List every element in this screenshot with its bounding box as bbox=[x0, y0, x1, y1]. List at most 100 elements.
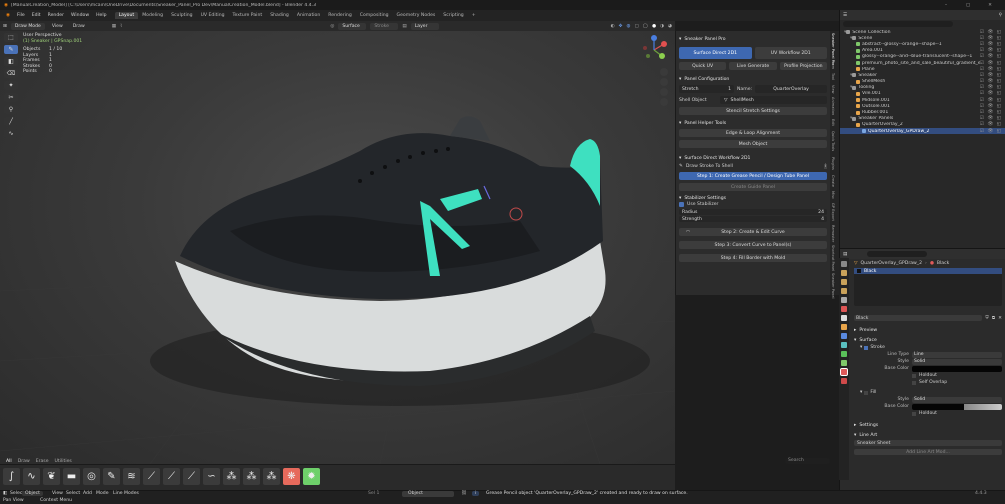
x-axis-icon[interactable] bbox=[661, 41, 667, 47]
info-icon[interactable]: i bbox=[823, 164, 827, 169]
fill-tool-icon[interactable]: ◧ bbox=[4, 57, 18, 66]
shelf-tab-3[interactable]: Utilities bbox=[55, 459, 72, 464]
y-axis-icon[interactable] bbox=[659, 53, 665, 59]
brush-preset-icon[interactable]: ∿ bbox=[23, 468, 40, 485]
visibility-toggle-icons[interactable]: ☑ 👁 ◱ bbox=[980, 48, 1005, 53]
material-slot-row[interactable]: Black bbox=[854, 268, 1002, 274]
gizmo-toggle-icon[interactable]: ✥ bbox=[619, 24, 623, 29]
addon-header[interactable]: ▾ Sneaker Panel Pro bbox=[679, 35, 827, 43]
stroke-selector[interactable]: Stroke bbox=[370, 22, 399, 30]
eyedropper-tool-icon[interactable]: ⚲ bbox=[4, 105, 18, 114]
view-layer-tab-icon[interactable] bbox=[841, 288, 847, 294]
unlink-icon[interactable]: ✕ bbox=[998, 316, 1002, 321]
menu-edit[interactable]: Edit bbox=[29, 13, 44, 18]
line-tool-icon[interactable]: ╱ bbox=[4, 117, 18, 126]
collection-tab-icon[interactable] bbox=[841, 315, 847, 321]
visibility-toggle-icons[interactable]: ☑ 👁 ◱ bbox=[980, 61, 1005, 66]
shading-wire-icon[interactable]: ◯ bbox=[643, 24, 648, 29]
maximize-button[interactable]: ▢ bbox=[957, 3, 979, 8]
minimize-button[interactable]: – bbox=[935, 3, 957, 8]
workspace-tab-4[interactable]: Texture Paint bbox=[229, 12, 267, 19]
cutter-tool-icon[interactable]: ✂ bbox=[4, 93, 18, 102]
shading-solid-icon[interactable]: ● bbox=[652, 24, 656, 29]
visibility-toggle-icons[interactable]: ☑ 👁 ◱ bbox=[980, 129, 1005, 134]
menu-render[interactable]: Render bbox=[45, 13, 67, 18]
output-tab-icon[interactable] bbox=[841, 279, 847, 285]
tint-tool-icon[interactable]: ✦ bbox=[4, 81, 18, 90]
status-add-menu[interactable]: Add bbox=[83, 491, 92, 496]
shelf-tab-2[interactable]: Erase bbox=[36, 459, 49, 464]
fill-checkbox[interactable] bbox=[864, 390, 869, 395]
shell-object-field[interactable]: ▽ ShellMesh bbox=[720, 96, 827, 104]
properties-editor-icon[interactable]: ▤ bbox=[843, 252, 847, 257]
add-line-art-button[interactable]: Add Line Art Mod... bbox=[854, 449, 1002, 455]
camera-view-icon[interactable] bbox=[660, 88, 668, 96]
close-button[interactable]: ✕ bbox=[979, 3, 1001, 8]
status-mode-menu[interactable]: Mode bbox=[96, 491, 109, 496]
shelf-tab-1[interactable]: Draw bbox=[18, 459, 30, 464]
world-tab-icon[interactable] bbox=[841, 306, 847, 312]
step2-button[interactable]: ◠ Step 2: Create & Edit Curve bbox=[679, 228, 827, 236]
status-select-menu[interactable]: Select bbox=[66, 491, 80, 496]
brush-preset-icon[interactable]: ⟋ bbox=[143, 468, 160, 485]
sidebar-tab-13[interactable]: Sneaker Panel bbox=[831, 273, 835, 298]
select-tool-icon[interactable]: ⬚ bbox=[4, 33, 18, 42]
outliner-search-input[interactable] bbox=[843, 21, 953, 27]
settings-panel-header[interactable]: ▸ Settings bbox=[854, 421, 1002, 429]
brush-preset-icon[interactable]: ✎ bbox=[103, 468, 120, 485]
physics-tab-icon[interactable] bbox=[841, 351, 847, 357]
outliner-row[interactable]: QuarterOverlay_GPDraw_2 ☑ 👁 ◱ bbox=[840, 128, 1005, 135]
shading-render-icon[interactable]: ◕ bbox=[668, 24, 672, 29]
material-name-field[interactable]: Black bbox=[854, 315, 983, 321]
curve-tool-icon[interactable]: ∿ bbox=[4, 129, 18, 138]
outliner-row[interactable]: glossy--orange--and--blue-translucent--s… bbox=[840, 54, 1005, 60]
visibility-toggle-icons[interactable]: ☑ 👁 ◱ bbox=[980, 116, 1005, 121]
3d-viewport[interactable] bbox=[0, 31, 675, 464]
outliner-row[interactable]: abstract--glossy--orange--shape--1 ☑ 👁 ◱ bbox=[840, 41, 1005, 47]
create-guide-button[interactable]: Create Guide Panel bbox=[679, 183, 827, 191]
brush-preset-icon[interactable]: ∽ bbox=[203, 468, 220, 485]
brush-preset-icon[interactable]: ≋ bbox=[123, 468, 140, 485]
line-art-field[interactable]: Sneaker Sheet bbox=[854, 440, 1002, 446]
editor-type-icon[interactable]: ⊞ bbox=[3, 24, 7, 29]
pan-icon[interactable] bbox=[660, 78, 668, 86]
texture-tab-icon[interactable] bbox=[841, 378, 847, 384]
visibility-toggle-icons[interactable]: ☑ 👁 ◱ bbox=[980, 110, 1005, 115]
brush-preset-icon[interactable]: ⁂ bbox=[223, 468, 240, 485]
panel-name-field[interactable]: QuarterOverlay bbox=[755, 85, 827, 93]
visibility-toggle-icons[interactable]: ☑ 👁 ◱ bbox=[980, 85, 1005, 90]
sidebar-tab-9[interactable]: Misc bbox=[831, 191, 835, 199]
step1-button[interactable]: Step 1: Create Grease Pencil / Design Tu… bbox=[679, 172, 827, 180]
object-tab-icon[interactable] bbox=[841, 324, 847, 330]
data-tab-icon[interactable] bbox=[841, 360, 847, 366]
brush-preset-icon[interactable]: ⟋ bbox=[163, 468, 180, 485]
visibility-toggle-icons[interactable]: ☑ 👁 ◱ bbox=[980, 67, 1005, 72]
xray-icon[interactable]: ▢ bbox=[634, 24, 638, 29]
workspace-tab-10[interactable]: Scripting bbox=[439, 12, 467, 19]
stroke-icon[interactable]: ⌇ bbox=[120, 24, 122, 29]
blender-menu-icon[interactable]: ◉ bbox=[3, 13, 13, 18]
fill-holdout-checkbox[interactable] bbox=[912, 411, 916, 416]
line-art-panel-header[interactable]: ▾ Line Art bbox=[854, 431, 1002, 439]
profile-projection-button[interactable]: Profile Projection bbox=[779, 62, 827, 70]
stroke-subpanel-header[interactable]: ▾ Stroke bbox=[854, 344, 1002, 351]
outliner-row[interactable]: premium_photo_site_and_sale_beautiful_gr… bbox=[840, 60, 1005, 66]
grid-icon[interactable]: ▦ bbox=[112, 24, 116, 29]
sidebar-tab-12[interactable]: Shortcut Panel bbox=[831, 245, 835, 271]
visibility-toggle-icons[interactable]: ☑ 👁 ◱ bbox=[980, 79, 1005, 84]
navigation-gizmo[interactable] bbox=[636, 34, 674, 108]
visibility-icon[interactable]: ◐ bbox=[611, 24, 615, 29]
visibility-toggle-icons[interactable]: ☑ 👁 ◱ bbox=[980, 122, 1005, 127]
stencil-settings-button[interactable]: Stencil Stretch Settings bbox=[679, 107, 827, 115]
duplicate-icon[interactable]: ⧉ bbox=[992, 315, 995, 321]
step3-button[interactable]: Step 3: Convert Curve to Panel(s) bbox=[679, 241, 827, 249]
quick-uv-button[interactable]: Quick UV bbox=[679, 62, 727, 70]
visibility-toggle-icons[interactable]: ☑ 👁 ◱ bbox=[980, 30, 1005, 35]
surface-panel-header[interactable]: ▾ Surface bbox=[854, 336, 1002, 344]
stroke-color-swatch[interactable] bbox=[912, 365, 1002, 372]
surface-direct-button[interactable]: Surface Direct 2D1 bbox=[679, 47, 752, 59]
view-menu[interactable]: View bbox=[49, 24, 66, 29]
sidebar-tab-3[interactable]: View bbox=[831, 85, 835, 94]
menu-file[interactable]: File bbox=[14, 13, 28, 18]
visibility-toggle-icons[interactable]: ☑ 👁 ◱ bbox=[980, 91, 1005, 96]
